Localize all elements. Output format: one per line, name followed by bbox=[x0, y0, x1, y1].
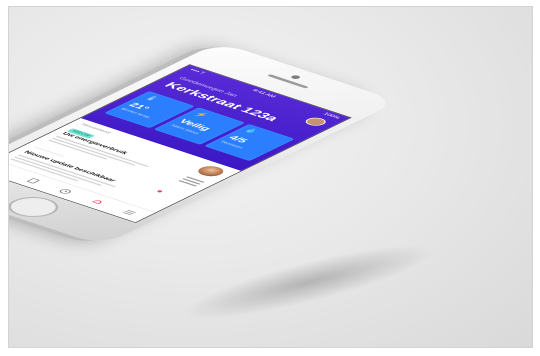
app-screen: •••• T 9:41 AM 100% Goedemorgen Jan Kerk… bbox=[9, 64, 352, 223]
earpiece bbox=[267, 74, 309, 89]
menu-icon[interactable] bbox=[117, 207, 142, 217]
alerts-icon[interactable] bbox=[85, 197, 110, 207]
devices-icon[interactable] bbox=[21, 176, 46, 186]
signal-indicator: •••• T bbox=[187, 68, 206, 75]
drop-icon: 💧 bbox=[242, 127, 261, 135]
phone-shadow bbox=[178, 231, 440, 333]
card-avatar[interactable] bbox=[193, 164, 229, 179]
home-icon[interactable] bbox=[9, 165, 13, 175]
text-line bbox=[55, 135, 150, 168]
thermometer-icon: 🌡 bbox=[142, 94, 162, 102]
status-time: 9:41 AM bbox=[250, 89, 277, 99]
clock-icon[interactable] bbox=[53, 186, 78, 196]
battery-indicator: 100% bbox=[321, 112, 341, 120]
phone-device: •••• T 9:41 AM 100% Goedemorgen Jan Kerk… bbox=[9, 42, 399, 246]
camera-icon bbox=[289, 74, 302, 80]
bolt-icon: ⚡ bbox=[192, 110, 211, 119]
notification-dot bbox=[156, 189, 164, 193]
card-meta bbox=[177, 176, 205, 187]
mockup-frame: •••• T 9:41 AM 100% Goedemorgen Jan Kerk… bbox=[8, 6, 533, 348]
